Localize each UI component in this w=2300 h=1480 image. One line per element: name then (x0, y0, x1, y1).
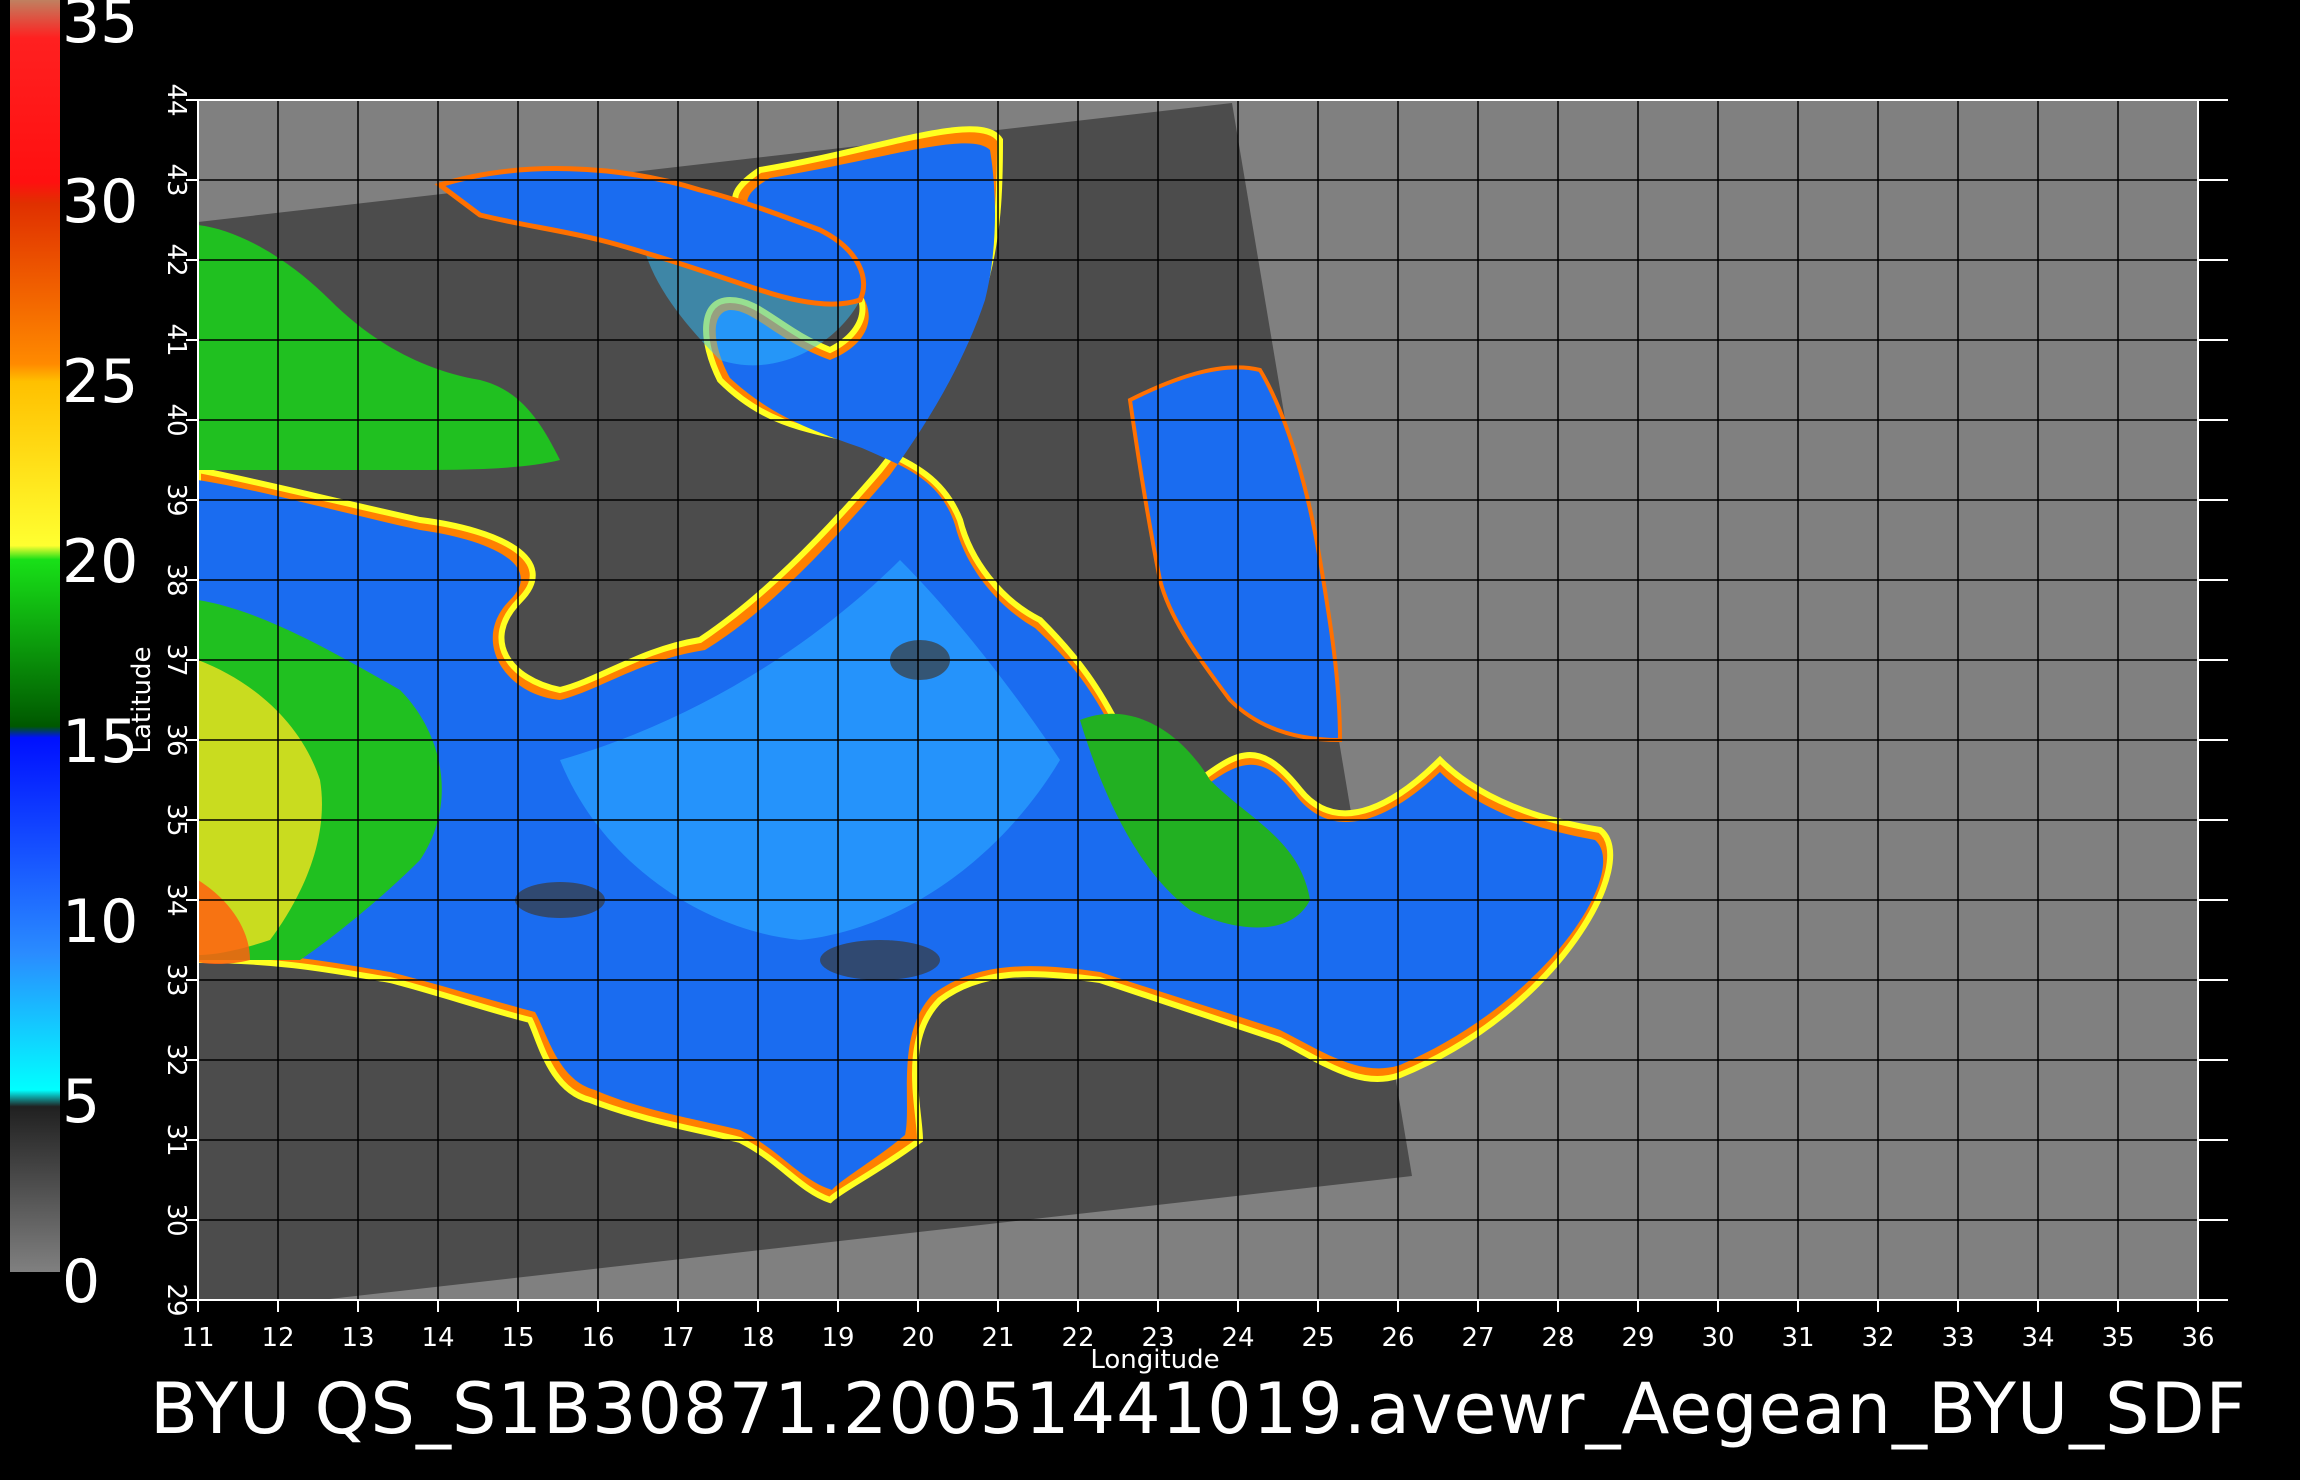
x-tick-label: 20 (901, 1323, 934, 1353)
x-tick-label: 19 (821, 1323, 854, 1353)
x-tick-label: 17 (661, 1323, 694, 1353)
x-tick-label: 34 (2021, 1323, 2054, 1353)
y-tick-label: 32 (161, 1043, 191, 1076)
colorbar-label: 0 (62, 1247, 100, 1317)
x-tick-label: 33 (1941, 1323, 1974, 1353)
x-tick-label: 12 (261, 1323, 294, 1353)
y-tick-label: 33 (161, 963, 191, 996)
y-tick-label: 42 (161, 243, 191, 276)
colorbar-label: 35 (62, 0, 138, 57)
y-tick-label: 31 (161, 1123, 191, 1156)
x-tick-label: 28 (1541, 1323, 1574, 1353)
colorbar (10, 0, 60, 1272)
x-tick-label: 11 (181, 1323, 214, 1353)
y-tick-label: 38 (161, 563, 191, 596)
x-tick-label: 27 (1461, 1323, 1494, 1353)
y-tick-label: 37 (161, 643, 191, 676)
colorbar-label: 30 (62, 167, 138, 237)
x-tick-label: 26 (1381, 1323, 1414, 1353)
map-figure: 0 5 10 15 20 25 30 35 11 12 13 14 15 16 17 18 1… (10, 0, 2228, 1375)
x-tick-label: 29 (1621, 1323, 1654, 1353)
colorbar-label: 10 (62, 887, 138, 957)
x-tick-label: 13 (341, 1323, 374, 1353)
image-caption: BYU QS_S1B30871.20051441019.avewr_Aegean… (150, 1368, 2247, 1450)
y-tick-label: 41 (161, 323, 191, 356)
x-tick-label: 16 (581, 1323, 614, 1353)
colorbar-label: 25 (62, 347, 138, 417)
y-tick-label: 36 (161, 723, 191, 756)
y-tick-label: 39 (161, 483, 191, 516)
y-tick-label: 34 (161, 883, 191, 916)
x-tick-label: 30 (1701, 1323, 1734, 1353)
x-tick-label: 25 (1301, 1323, 1334, 1353)
x-tick-label: 18 (741, 1323, 774, 1353)
x-tick-label: 31 (1781, 1323, 1814, 1353)
y-tick-label: 29 (161, 1283, 191, 1316)
x-tick-label: 36 (2181, 1323, 2214, 1353)
y-tick-label: 30 (161, 1203, 191, 1236)
y-tick-label: 40 (161, 403, 191, 436)
x-tick-label: 32 (1861, 1323, 1894, 1353)
x-tick-label: 24 (1221, 1323, 1254, 1353)
y-tick-label: 43 (161, 163, 191, 196)
colorbar-label: 5 (62, 1067, 100, 1137)
x-tick-label: 14 (421, 1323, 454, 1353)
y-tick-label: 44 (161, 83, 191, 116)
y-axis-label: Latitude (127, 646, 157, 753)
x-tick-label: 21 (981, 1323, 1014, 1353)
x-tick-label: 15 (501, 1323, 534, 1353)
colorbar-label: 20 (62, 527, 138, 597)
x-tick-label: 35 (2101, 1323, 2134, 1353)
y-tick-label: 35 (161, 803, 191, 836)
